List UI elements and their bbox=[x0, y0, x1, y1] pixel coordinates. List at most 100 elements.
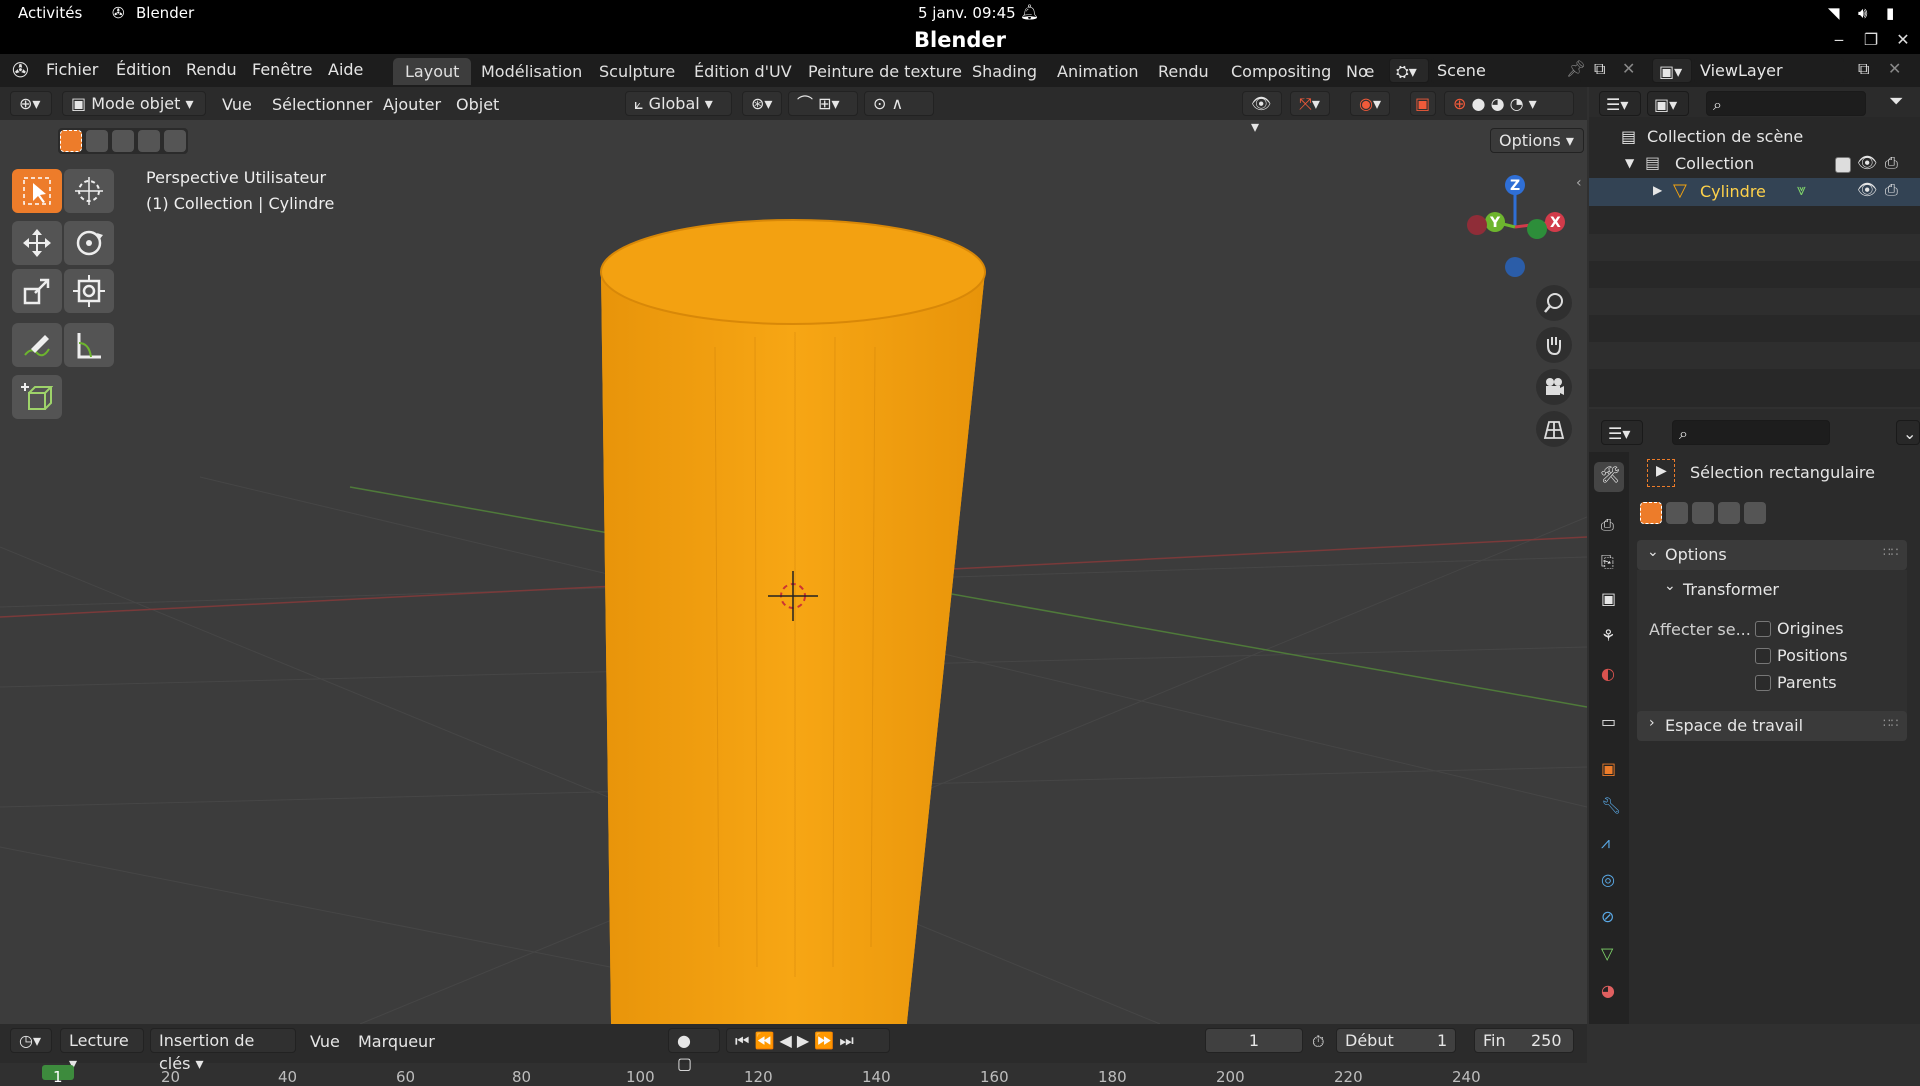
tab-world-icon[interactable]: ◐ bbox=[1594, 660, 1624, 690]
origins-label[interactable]: Origines bbox=[1777, 619, 1844, 638]
tab-modeling[interactable]: Modélisation bbox=[469, 58, 594, 85]
new-scene-icon[interactable]: ⧉ bbox=[1594, 59, 1605, 79]
tab-material-icon[interactable]: ◕ bbox=[1594, 977, 1624, 1007]
tab-texture-paint[interactable]: Peinture de texture bbox=[796, 58, 974, 85]
tab-rendering[interactable]: Rendu bbox=[1146, 58, 1221, 85]
rotate-tool[interactable] bbox=[64, 221, 114, 265]
select-subtract-icon[interactable] bbox=[112, 130, 134, 152]
wifi-icon[interactable]: ◥ bbox=[1828, 4, 1840, 22]
navigation-gizmo[interactable]: Z X Y bbox=[1455, 167, 1575, 287]
move-tool[interactable] bbox=[12, 221, 62, 265]
tab-tool-settings[interactable]: 🛠︎ bbox=[1594, 462, 1624, 492]
cylinder-visibility-eye-icon[interactable]: 👁︎ bbox=[1857, 180, 1877, 199]
collection-exclude-checkbox[interactable] bbox=[1835, 157, 1851, 173]
tool-select-invert-icon[interactable] bbox=[1718, 502, 1740, 524]
tab-animation[interactable]: Animation bbox=[1045, 58, 1151, 85]
tool-select-extend-icon[interactable] bbox=[1666, 502, 1688, 524]
select-box-tool[interactable] bbox=[12, 169, 62, 213]
next-keyframe-icon[interactable]: ⏩ bbox=[814, 1031, 834, 1050]
activities-button[interactable]: Activités bbox=[18, 4, 82, 22]
viewlayer-browse-button[interactable]: ▣▾ bbox=[1652, 58, 1692, 83]
tab-collection-icon[interactable]: ▭ bbox=[1594, 708, 1624, 738]
delete-scene-icon[interactable]: ✕ bbox=[1622, 59, 1635, 78]
transform-chevron-icon[interactable]: ⌄ bbox=[1664, 578, 1676, 594]
collection-visibility-eye-icon[interactable]: 👁︎ bbox=[1857, 153, 1877, 172]
snap-button[interactable]: ⌒ ⊞▾ bbox=[788, 91, 858, 116]
add-cube-tool[interactable] bbox=[12, 375, 62, 419]
options-panel-header[interactable]: ⌄ Options ∷∷ bbox=[1637, 540, 1907, 570]
camera-view-button[interactable] bbox=[1536, 369, 1572, 405]
menu-window[interactable]: Fenêtre bbox=[252, 60, 313, 79]
minimize-button[interactable]: ‒ bbox=[1828, 29, 1850, 51]
auto-keying-button[interactable]: ● ▢ bbox=[668, 1028, 720, 1073]
transform-subpanel-title[interactable]: Transformer bbox=[1683, 580, 1779, 599]
wireframe-shading-icon[interactable]: ⊕ bbox=[1453, 94, 1466, 113]
select-extend-icon[interactable] bbox=[86, 130, 108, 152]
menu-render[interactable]: Rendu bbox=[186, 60, 237, 79]
positions-label[interactable]: Positions bbox=[1777, 646, 1848, 665]
workspace-panel-header[interactable]: › Espace de travail ∷∷ bbox=[1637, 711, 1907, 741]
keying-menu[interactable]: Insertion de clés ▾ bbox=[150, 1028, 296, 1073]
blender-logo-icon[interactable]: ✇ bbox=[12, 58, 29, 82]
volume-icon[interactable]: 🔊︎ bbox=[1858, 4, 1867, 22]
scale-tool[interactable] bbox=[12, 269, 62, 313]
overlays-button[interactable]: ◉▾ bbox=[1350, 91, 1390, 116]
prev-keyframe-icon[interactable]: ⏪ bbox=[755, 1031, 775, 1050]
drag-handle-icon[interactable]: ∷∷ bbox=[1883, 545, 1898, 559]
collection-expand-icon[interactable]: ▼ bbox=[1625, 156, 1634, 170]
start-frame-field[interactable]: Début 1 bbox=[1336, 1028, 1456, 1053]
new-viewlayer-icon[interactable]: ⧉ bbox=[1858, 59, 1869, 79]
viewport-options-dropdown[interactable]: Options ▾ bbox=[1490, 128, 1584, 153]
maximize-button[interactable]: ❐ bbox=[1860, 29, 1882, 51]
clock[interactable]: 5 janv. 09:45 bbox=[918, 4, 1016, 22]
outliner-search-input[interactable]: ⌕ bbox=[1706, 91, 1866, 116]
tool-select-new-icon[interactable] bbox=[1640, 502, 1662, 524]
scene-name-field[interactable]: Scene bbox=[1431, 58, 1581, 83]
tab-physics-icon[interactable]: ◎ bbox=[1594, 866, 1624, 896]
timeline-view-menu[interactable]: Vue bbox=[310, 1032, 340, 1051]
battery-icon[interactable]: ▮ bbox=[1886, 4, 1894, 22]
orthographic-toggle-button[interactable] bbox=[1536, 411, 1572, 447]
transform-tool[interactable] bbox=[64, 269, 114, 313]
select-new-icon[interactable] bbox=[60, 130, 82, 152]
play-icon[interactable]: ▶ bbox=[797, 1031, 809, 1050]
menu-edit[interactable]: Édition bbox=[116, 60, 171, 79]
editor-type-button[interactable]: ⊕▾ bbox=[10, 91, 52, 116]
visibility-button[interactable]: 👁︎▾ bbox=[1242, 91, 1282, 136]
tab-view-layer-icon[interactable]: ▣ bbox=[1594, 585, 1624, 615]
filter-icon[interactable]: ⏷ bbox=[1889, 91, 1903, 112]
menu-view[interactable]: Vue bbox=[222, 95, 252, 114]
close-button[interactable]: ✕ bbox=[1892, 29, 1914, 51]
xray-toggle-button[interactable]: ▣ bbox=[1410, 91, 1436, 116]
tab-constraints-icon[interactable]: ⊘ bbox=[1594, 903, 1624, 933]
collection-render-camera-icon[interactable]: ⎙ bbox=[1885, 153, 1898, 173]
collection-label[interactable]: Collection bbox=[1675, 154, 1754, 173]
menu-file[interactable]: Fichier bbox=[46, 60, 98, 79]
measure-tool[interactable] bbox=[64, 323, 114, 367]
proportional-edit-button[interactable]: ⊙ ∧ bbox=[864, 91, 934, 116]
pan-hand-button[interactable] bbox=[1536, 327, 1572, 363]
annotate-tool[interactable] bbox=[12, 323, 62, 367]
outliner-display-mode-button[interactable]: ▣▾ bbox=[1647, 91, 1689, 116]
tab-compositing[interactable]: Compositing bbox=[1219, 58, 1343, 85]
material-shading-icon[interactable]: ◕ bbox=[1491, 94, 1505, 113]
tab-scene-icon[interactable]: ⚘ bbox=[1594, 622, 1624, 652]
drag-handle-icon[interactable]: ∷∷ bbox=[1883, 716, 1898, 730]
tab-object-icon[interactable]: ▣ bbox=[1594, 755, 1624, 785]
select-invert-icon[interactable] bbox=[138, 130, 160, 152]
parents-label[interactable]: Parents bbox=[1777, 673, 1837, 692]
mesh-data-icon[interactable]: ⩔ bbox=[1797, 180, 1806, 200]
tab-shading[interactable]: Shading bbox=[960, 58, 1049, 85]
tab-sculpting[interactable]: Sculpture bbox=[587, 58, 687, 85]
tool-select-subtract-icon[interactable] bbox=[1692, 502, 1714, 524]
tab-object-data-icon[interactable]: ▽ bbox=[1594, 940, 1624, 970]
pivot-point-button[interactable]: ⊛▾ bbox=[742, 91, 782, 116]
playback-controls[interactable]: ⏮ ⏪ ◀ ▶ ⏩ ⏭ bbox=[726, 1028, 890, 1053]
gizmo-toggle-button[interactable]: ⤧▾ bbox=[1290, 91, 1330, 116]
mode-selector[interactable]: ▣ Mode objet ▾ bbox=[62, 91, 206, 116]
menu-add[interactable]: Ajouter bbox=[383, 95, 441, 114]
delete-viewlayer-icon[interactable]: ✕ bbox=[1888, 59, 1901, 78]
shading-mode-buttons[interactable]: ⊕ ● ◕ ◔ ▾ bbox=[1444, 91, 1574, 116]
tool-select-intersect-icon[interactable] bbox=[1744, 502, 1766, 524]
scene-collection-label[interactable]: Collection de scène bbox=[1647, 127, 1803, 146]
